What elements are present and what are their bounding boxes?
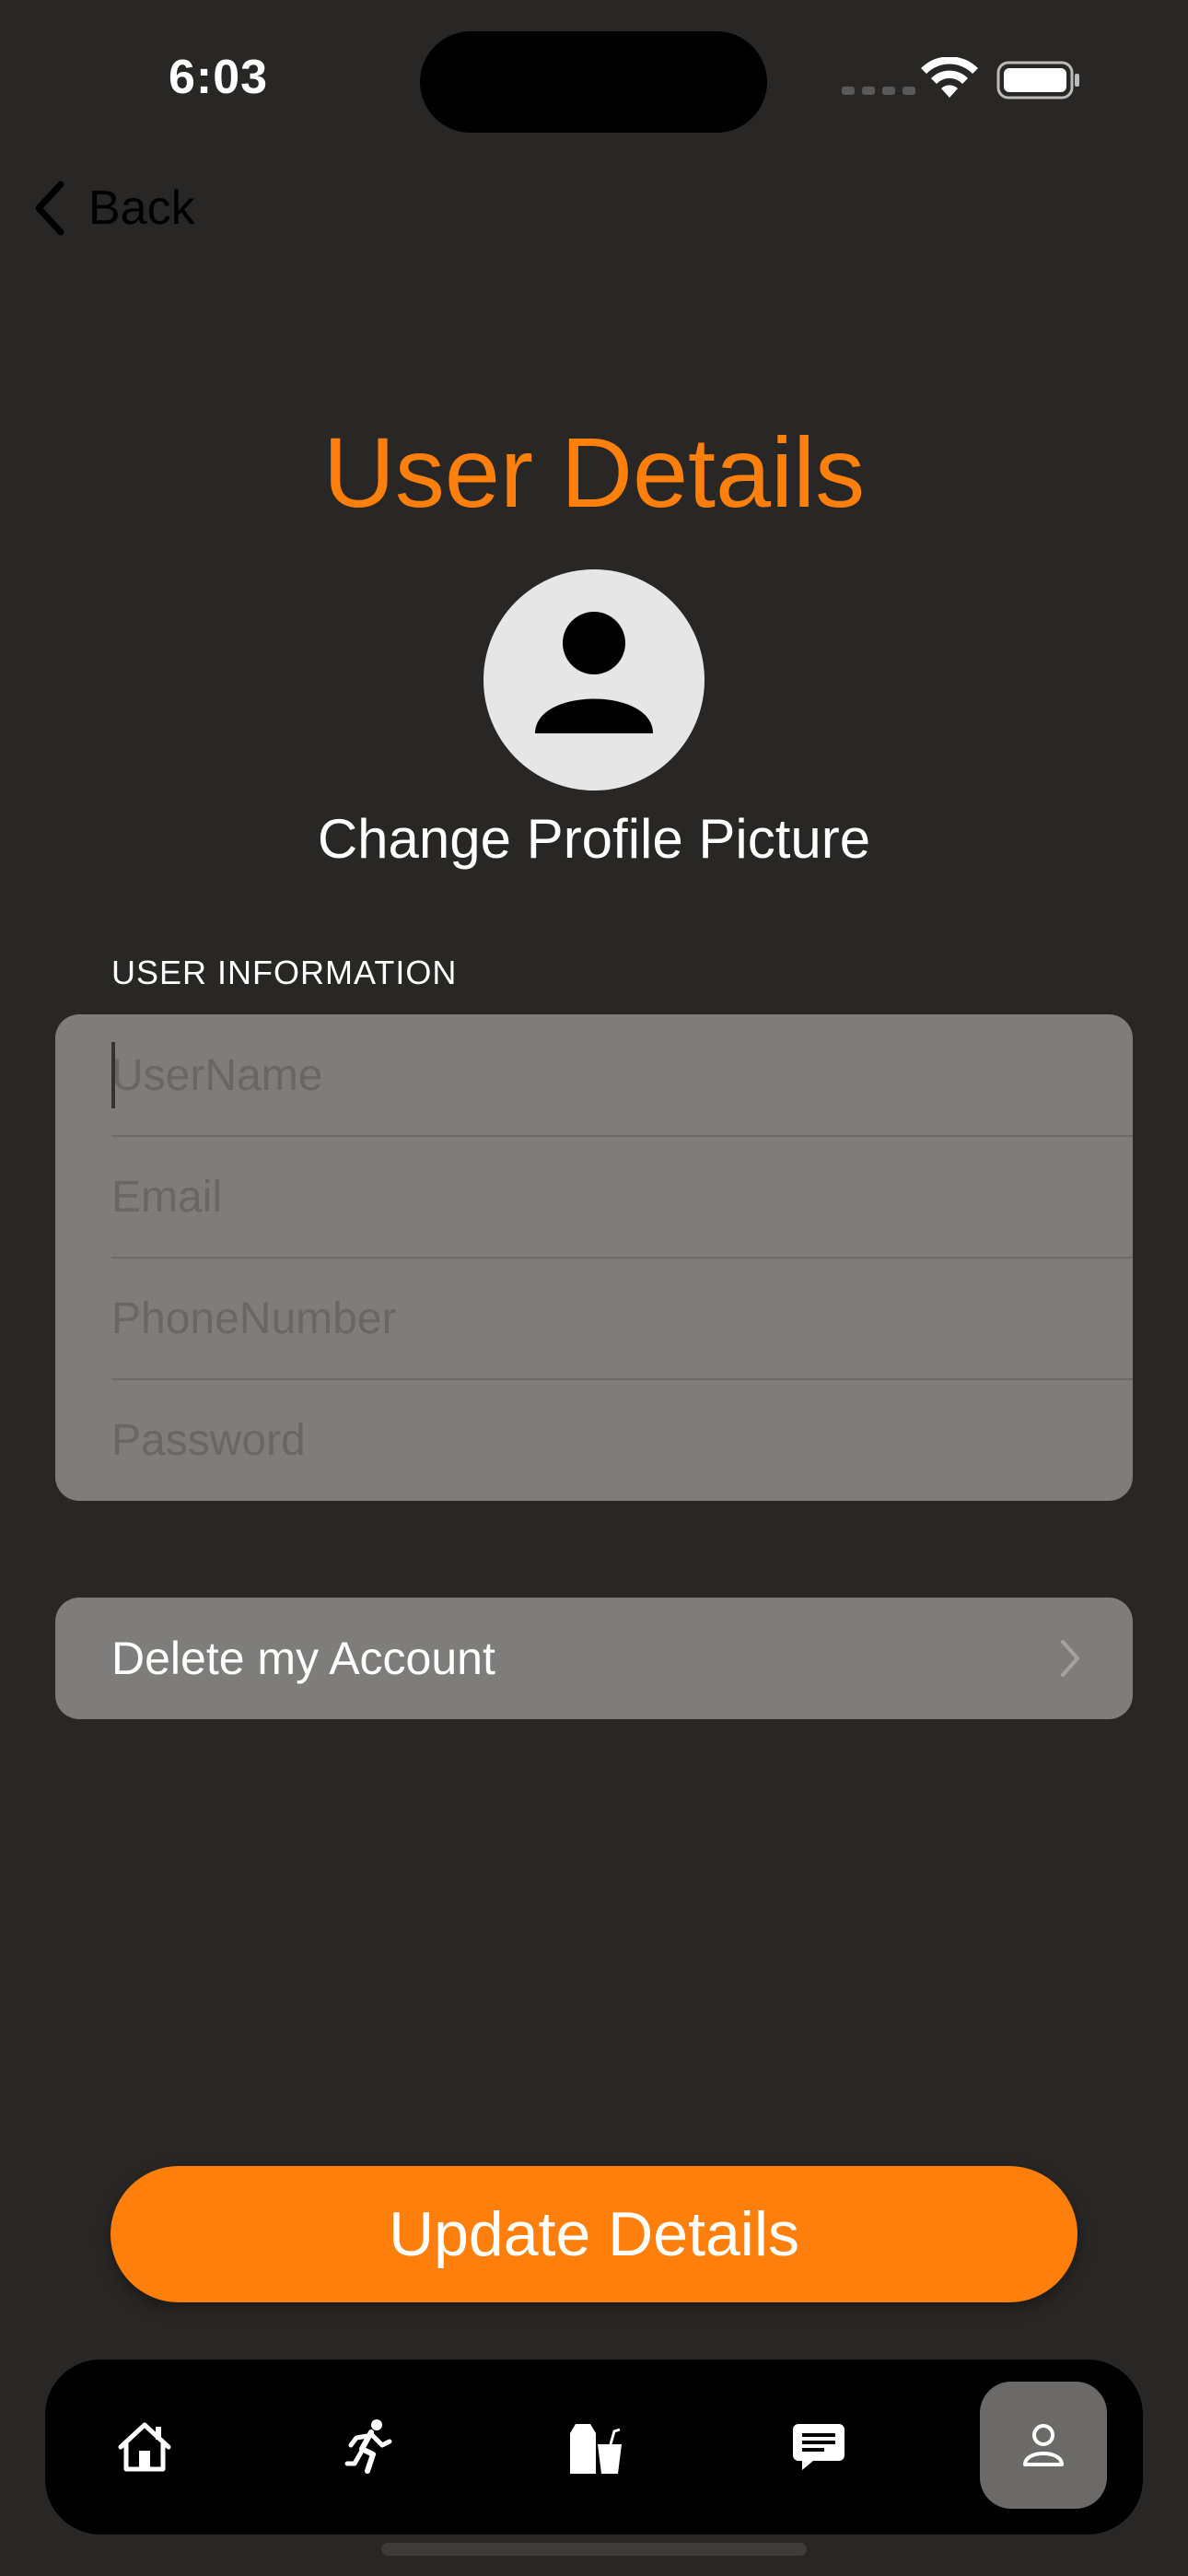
- password-input[interactable]: [111, 1379, 1133, 1501]
- back-button[interactable]: Back: [31, 181, 195, 236]
- battery-icon: [996, 61, 1079, 100]
- email-input[interactable]: [111, 1136, 1133, 1258]
- update-details-button[interactable]: Update Details: [111, 2166, 1077, 2302]
- person-icon: [1023, 2424, 1064, 2466]
- back-label: Back: [88, 181, 195, 235]
- delete-account-label: Delete my Account: [111, 1633, 495, 1684]
- password-field-row: [111, 1379, 1133, 1501]
- text-caret: [111, 1042, 115, 1108]
- username-input[interactable]: [111, 1014, 1133, 1136]
- change-profile-picture-button[interactable]: Change Profile Picture: [0, 807, 1188, 871]
- message-icon: [793, 2424, 844, 2470]
- dynamic-island: [420, 31, 767, 133]
- running-person-icon: [344, 2419, 392, 2474]
- cellular-signal-icon: [842, 87, 915, 95]
- wifi-icon: [921, 57, 978, 98]
- section-label: USER INFORMATION: [111, 954, 458, 991]
- delete-account-button[interactable]: Delete my Account: [55, 1598, 1133, 1719]
- drink-icon: [570, 2424, 622, 2474]
- person-placeholder-icon: [535, 612, 653, 733]
- tab-food[interactable]: [530, 2359, 658, 2535]
- status-time: 6:03: [169, 51, 269, 104]
- email-field-row: [111, 1136, 1133, 1258]
- chevron-right-icon: [1061, 1640, 1079, 1677]
- tab-bar: [45, 2359, 1143, 2535]
- avatar[interactable]: [483, 569, 705, 790]
- update-details-label: Update Details: [388, 2199, 800, 2269]
- home-indicator: [381, 2543, 807, 2556]
- tab-profile[interactable]: [980, 2382, 1107, 2509]
- house-icon: [118, 2422, 171, 2472]
- tab-messages[interactable]: [754, 2359, 883, 2535]
- page-title: User Details: [322, 416, 866, 528]
- user-info-form: [55, 1014, 1133, 1501]
- tab-home[interactable]: [80, 2359, 209, 2535]
- tab-activity[interactable]: [305, 2359, 434, 2535]
- phone-number-input[interactable]: [111, 1258, 1133, 1379]
- phone-field-row: [111, 1258, 1133, 1379]
- username-field-row: [111, 1014, 1133, 1136]
- chevron-left-icon: [35, 181, 64, 236]
